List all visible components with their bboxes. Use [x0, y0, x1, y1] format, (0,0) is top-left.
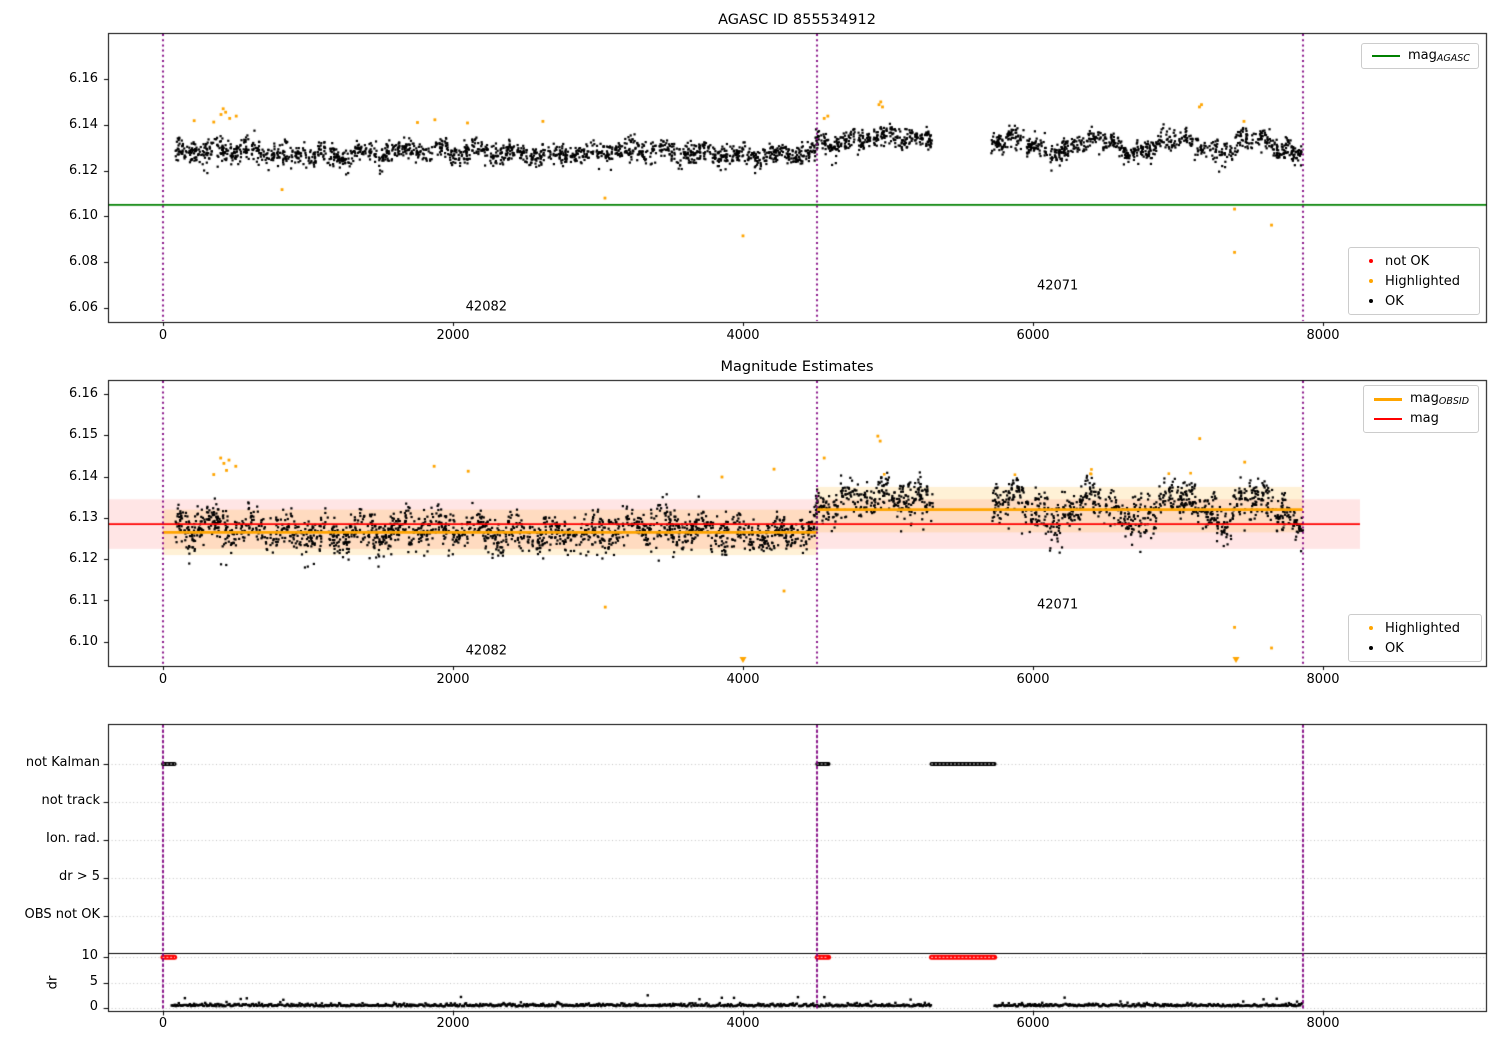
magnitude-figure: AGASC ID 855534912 Magnitude Estimates m…: [0, 0, 1500, 1050]
figure-canvas: [0, 0, 1500, 1050]
